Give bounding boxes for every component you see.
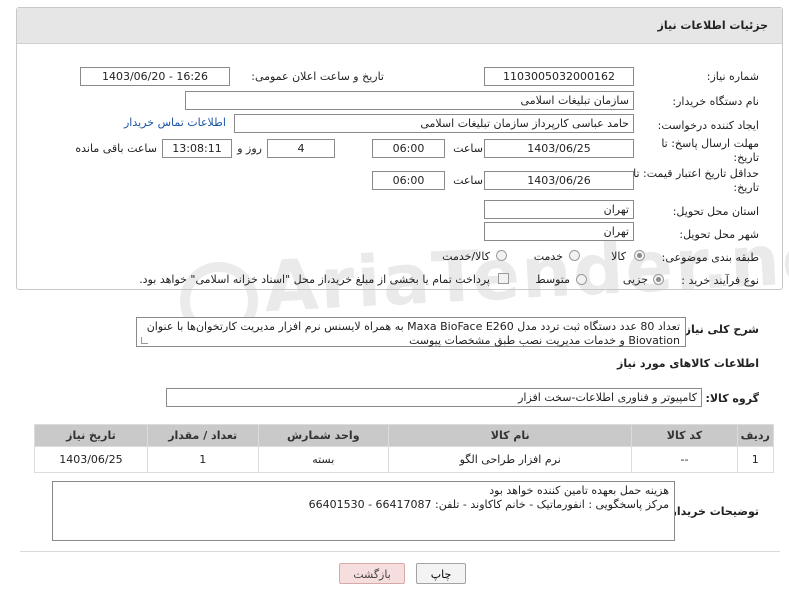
need-number-label: شماره نیاز: bbox=[706, 70, 759, 83]
goods-table: ردیف کد کالا نام کالا واحد شمارش تعداد /… bbox=[34, 424, 774, 473]
category-option-goods-service: کالا/خدمت bbox=[442, 250, 490, 263]
process-option-medium: متوسط bbox=[535, 273, 570, 286]
reply-deadline-label: مهلت ارسال پاسخ: تا bbox=[661, 137, 759, 150]
goods-section-title: اطلاعات کالاهای مورد نیاز bbox=[617, 357, 759, 370]
back-button[interactable]: بازگشت bbox=[339, 563, 405, 584]
category-radio-goods[interactable] bbox=[634, 250, 645, 261]
days-remaining-field: 4 bbox=[267, 139, 335, 158]
treasury-payment-checkbox[interactable] bbox=[498, 273, 509, 284]
province-field: تهران bbox=[484, 200, 634, 219]
goods-group-field: کامپیوتر و فناوری اطلاعات-سخت افزار bbox=[166, 388, 702, 407]
treasury-payment-note: پرداخت تمام یا بخشی از مبلغ خرید،از محل … bbox=[139, 273, 490, 286]
buyer-notes-line-2: مرکز پاسخگویی : انفورماتیک - خانم کاکاون… bbox=[308, 498, 669, 511]
col-item-name: نام کالا bbox=[388, 424, 633, 447]
city-label: شهر محل تحویل: bbox=[679, 228, 759, 241]
cell-quantity: 1 bbox=[146, 446, 259, 473]
announce-date-label: تاریخ و ساعت اعلان عمومی: bbox=[251, 70, 384, 83]
cell-need-date: 1403/06/25 bbox=[34, 446, 148, 473]
print-button[interactable]: چاپ bbox=[416, 563, 466, 584]
category-radio-goods-service[interactable] bbox=[496, 250, 507, 261]
goods-table-header: ردیف کد کالا نام کالا واحد شمارش تعداد /… bbox=[34, 424, 774, 447]
category-radio-service[interactable] bbox=[569, 250, 580, 261]
reply-date-field: 1403/06/25 bbox=[484, 139, 634, 158]
goods-group-label: گروه کالا: bbox=[705, 392, 759, 405]
price-time-label: ساعت bbox=[453, 174, 483, 187]
announce-date-field: 1403/06/20 - 16:26 bbox=[80, 67, 230, 86]
cell-item-code: -- bbox=[631, 446, 738, 473]
table-row: 1 -- نرم افزار طراحی الگو بسته 1 1403/06… bbox=[34, 446, 774, 473]
page-title: جزئیات اطلاعات نیاز bbox=[657, 19, 769, 32]
process-option-minor: جزیی bbox=[622, 273, 648, 286]
panel-header: جزئیات اطلاعات نیاز bbox=[17, 8, 782, 44]
description-label: شرح کلی نیاز: bbox=[680, 323, 759, 336]
remaining-time-field: 13:08:11 bbox=[162, 139, 232, 158]
buyer-org-field: سازمان تبلیغات اسلامی bbox=[185, 91, 634, 110]
buyer-org-label: نام دستگاه خریدار: bbox=[672, 95, 759, 108]
divider bbox=[20, 551, 780, 552]
col-item-code: کد کالا bbox=[631, 424, 738, 447]
buyer-notes-box: هزینه حمل بعهده تامین کننده خواهد بود مر… bbox=[52, 481, 675, 541]
reply-time-field: 06:00 bbox=[372, 139, 445, 158]
category-option-service: خدمت bbox=[533, 250, 563, 263]
cell-unit: بسته bbox=[257, 446, 390, 473]
col-need-date: تاریخ نیاز bbox=[34, 424, 148, 447]
price-validity-label: حداقل تاریخ اعتبار قیمت: تا bbox=[633, 167, 759, 180]
requester-label: ایجاد کننده درخواست: bbox=[657, 119, 759, 132]
price-time-field: 06:00 bbox=[372, 171, 445, 190]
reply-deadline-label-date: تاریخ: bbox=[733, 151, 759, 164]
resize-handle-icon[interactable] bbox=[141, 337, 148, 344]
col-row-number: ردیف bbox=[736, 424, 774, 447]
province-label: استان محل تحویل: bbox=[672, 205, 759, 218]
cell-item-name: نرم افزار طراحی الگو bbox=[388, 446, 633, 473]
reply-time-label: ساعت bbox=[453, 142, 483, 155]
requester-field: حامد عباسی کارپرداز سازمان تبلیغات اسلام… bbox=[234, 114, 634, 133]
buyer-notes-line-1: هزینه حمل بعهده تامین کننده خواهد بود bbox=[489, 484, 669, 497]
buyer-contact-link[interactable]: اطلاعات تماس خریدار bbox=[124, 116, 226, 129]
buyer-notes-label: توضیحات خریدار: bbox=[666, 505, 759, 518]
process-type-label: نوع فرآیند خرید : bbox=[681, 274, 759, 287]
category-label: طبقه بندی موضوعی: bbox=[661, 251, 759, 264]
price-date-field: 1403/06/26 bbox=[484, 171, 634, 190]
category-option-goods: کالا bbox=[611, 250, 626, 263]
process-radio-medium[interactable] bbox=[576, 274, 587, 285]
description-box: تعداد 80 عدد دستگاه ثبت تردد مدل Maxa Bi… bbox=[136, 317, 686, 347]
city-field: تهران bbox=[484, 222, 634, 241]
col-unit: واحد شمارش bbox=[257, 424, 390, 447]
process-radio-minor[interactable] bbox=[653, 274, 664, 285]
cell-row-number: 1 bbox=[736, 446, 774, 473]
days-label: روز و bbox=[237, 142, 262, 155]
price-validity-label-date: تاریخ: bbox=[733, 181, 759, 194]
remaining-time-label: ساعت باقی مانده bbox=[75, 142, 157, 155]
need-number-field: 1103005032000162 bbox=[484, 67, 634, 86]
col-quantity: تعداد / مقدار bbox=[146, 424, 259, 447]
